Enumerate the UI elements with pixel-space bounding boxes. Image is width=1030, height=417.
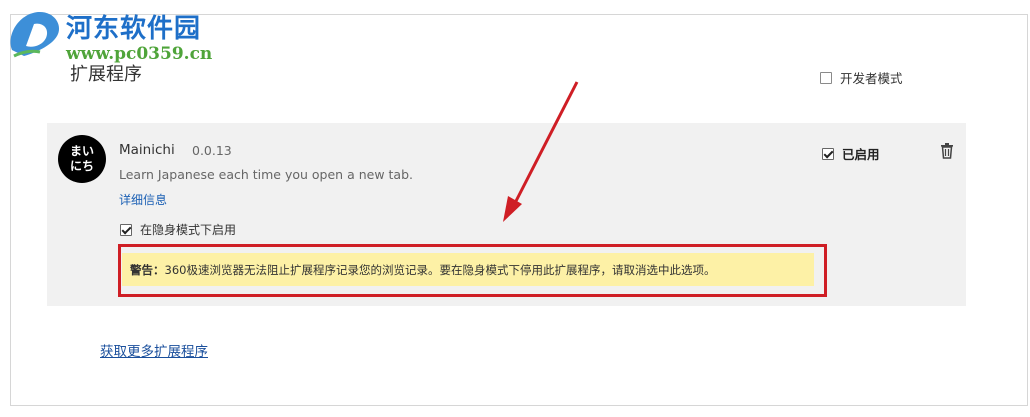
get-more-extensions-link[interactable]: 获取更多扩展程序 (100, 340, 208, 360)
